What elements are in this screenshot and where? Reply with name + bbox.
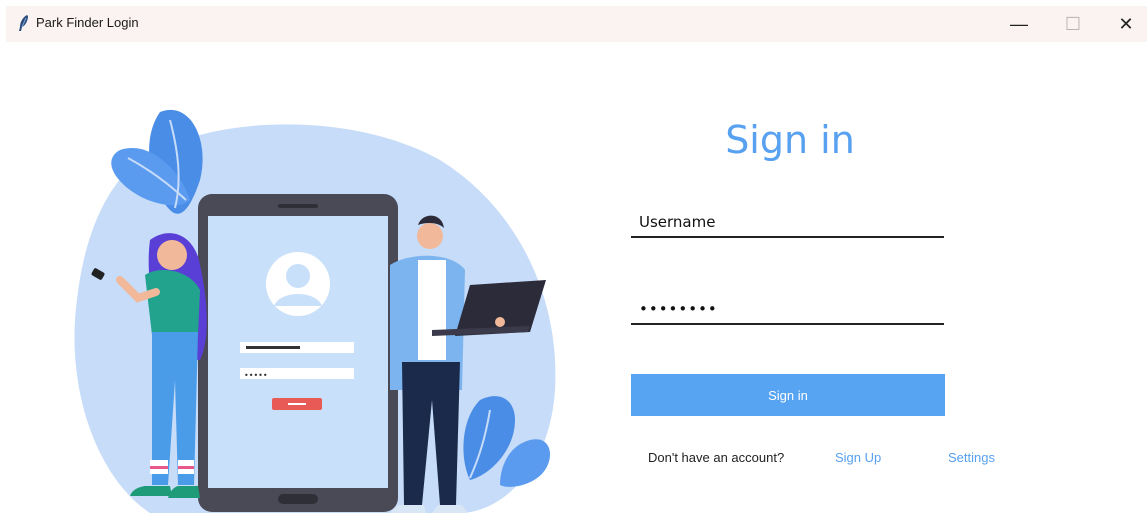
no-account-text: Don't have an account? xyxy=(648,450,785,465)
password-field[interactable] xyxy=(631,295,944,325)
settings-link[interactable]: Settings xyxy=(948,450,995,465)
minimize-button[interactable]: — xyxy=(996,10,1042,38)
sign-up-link[interactable]: Sign Up xyxy=(835,450,881,465)
phone-password-mask: ••••• xyxy=(244,371,268,380)
close-button[interactable]: ✕ xyxy=(1103,10,1147,38)
feather-icon xyxy=(19,15,28,31)
login-window: Park Finder Login — ☐ ✕ ••••• Sign in Us… xyxy=(0,0,1147,513)
maximize-button[interactable]: ☐ xyxy=(1050,10,1096,38)
sign-in-button[interactable]: Sign in xyxy=(631,374,945,416)
window-title: Park Finder Login xyxy=(36,15,139,30)
phone: ••••• xyxy=(198,194,398,512)
login-illustration: ••••• xyxy=(74,109,556,513)
sign-in-heading: Sign in xyxy=(725,118,855,162)
title-bar-inner: Park Finder Login — ☐ ✕ xyxy=(6,6,1147,42)
title-bar: Park Finder Login — ☐ ✕ xyxy=(0,0,1147,44)
username-field[interactable] xyxy=(631,208,944,238)
